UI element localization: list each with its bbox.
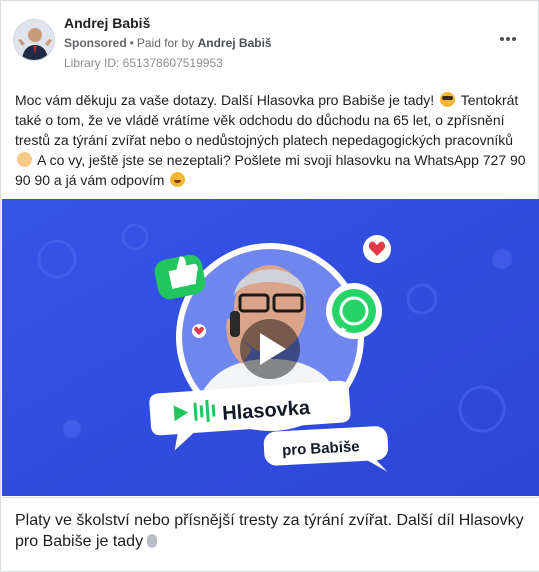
post-text-part-3: A co vy, ještě jste se nezeptali? Pošlet… [15,152,526,188]
video-thumbnail[interactable]: Hlasovka pro Babiše [2,199,539,496]
library-id: Library ID: 651378607519953 [64,56,223,70]
post-header: Andrej Babiš Sponsored • Paid for by Andre… [1,1,538,77]
paid-for-line: Paid for by Andrej Babiš [137,36,272,50]
more-horizontal-icon[interactable] [498,29,518,49]
thinking-emoji-icon [17,152,32,167]
video-artwork: Hlasovka pro Babiše [2,199,539,496]
caption-bar[interactable]: Platy ve školství nebo přísnější tresty … [2,497,539,571]
sponsored-label: Sponsored [64,36,127,50]
meta-separator: • [129,36,134,50]
paid-for-prefix: Paid for by [136,36,195,50]
caption-text: Platy ve školství nebo přísnější tresty … [15,510,525,552]
microphone-icon [147,534,158,548]
avatar-photo [14,20,54,60]
whatsapp-icon [326,283,382,339]
grinning-emoji-icon [170,172,186,187]
caption-text-content: Platy ve školství nebo přísnější tresty … [15,512,524,550]
paid-for-name[interactable]: Andrej Babiš [198,36,272,50]
sunglasses-emoji-icon [440,92,456,107]
sponsored-line: Sponsored • Paid for by Andrej Babiš [64,36,272,50]
ad-card: Andrej Babiš Sponsored • Paid for by Andre… [0,0,539,572]
author-name[interactable]: Andrej Babiš [64,15,150,31]
post-text: Moc vám děkuju za vaše dotazy. Další Hla… [15,90,527,190]
post-text-part-1: Moc vám děkuju za vaše dotazy. Další Hla… [15,92,435,108]
avatar[interactable] [13,19,55,61]
